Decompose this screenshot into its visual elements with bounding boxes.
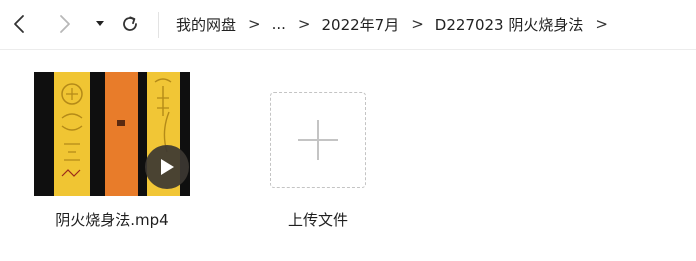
video-thumbnail[interactable] [34,72,190,196]
breadcrumb-separator: > [297,15,311,33]
forward-button[interactable] [52,10,78,38]
navigation-bar: 我的网盘 > ... > 2022年7月 > D227023 阴火烧身法 > [0,0,696,50]
file-browser: 我的网盘 > ... > 2022年7月 > D227023 阴火烧身法 > 阴… [0,0,696,261]
chevron-left-icon [14,15,24,33]
caret-down-icon [96,21,104,26]
breadcrumb-separator: > [411,15,424,33]
breadcrumb-month-folder[interactable]: 2022年7月 [321,14,399,35]
upload-label[interactable]: 上传文件 [248,209,388,230]
upload-drop-box[interactable] [270,92,366,188]
history-dropdown-button[interactable] [90,10,110,38]
refresh-icon [123,16,137,31]
seal-mark-icon [117,120,125,126]
back-button[interactable] [6,10,32,38]
upload-file-item[interactable]: 上传文件 [248,72,408,242]
play-button[interactable] [145,145,189,189]
breadcrumb-my-drive[interactable]: 我的网盘 [176,14,236,35]
play-icon [161,159,174,175]
file-item-video[interactable]: 阴火烧身法.mp4 [24,72,190,242]
plus-icon [298,120,338,160]
thumbnail-panel-middle [105,72,138,196]
breadcrumb-separator: > [248,15,261,33]
nav-divider [158,12,159,38]
scroll-art-icon [61,83,83,177]
breadcrumb-separator: > [595,15,608,33]
breadcrumb-ellipsis[interactable]: ... [272,15,286,33]
refresh-button[interactable] [116,10,144,38]
file-name[interactable]: 阴火烧身法.mp4 [24,209,200,230]
breadcrumb-current-folder[interactable]: D227023 阴火烧身法 [435,14,584,35]
thumbnail-panel-left [54,72,90,196]
breadcrumb: 我的网盘 > ... > 2022年7月 > D227023 阴火烧身法 > [176,11,619,37]
chevron-right-icon [60,15,70,33]
